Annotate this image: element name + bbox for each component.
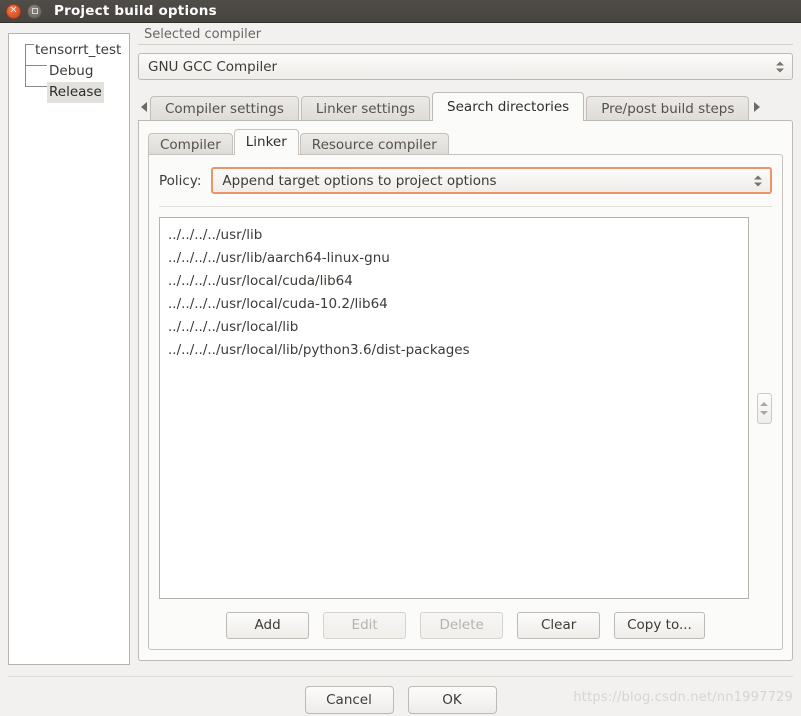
list-item[interactable]: ../../../../usr/lib [160, 224, 748, 247]
edit-button: Edit [323, 612, 407, 639]
selected-compiler-frame: GNU GCC Compiler [138, 44, 793, 80]
tab-scroll-left[interactable] [138, 93, 150, 121]
clear-button[interactable]: Clear [517, 612, 601, 639]
directory-listbox[interactable]: ../../../../usr/lib ../../../../usr/lib/… [159, 217, 749, 599]
reorder-spinner[interactable] [756, 392, 772, 424]
close-icon[interactable]: ✕ [6, 3, 21, 19]
policy-select-spinner[interactable] [754, 175, 762, 186]
search-directories-panel: Compiler Linker Resource compiler Policy… [138, 120, 793, 661]
search-directories-tabbar: Compiler Linker Resource compiler [148, 129, 783, 156]
target-tree-inner: tensorrt_test Debug Release [9, 34, 129, 103]
tab-pre-post-build-steps[interactable]: Pre/post build steps [586, 96, 750, 122]
policy-select[interactable]: Append target options to project options [211, 167, 772, 194]
triangle-up-icon[interactable] [754, 175, 762, 179]
ok-button[interactable]: OK [407, 686, 497, 714]
selected-compiler-legend: Selected compiler [142, 28, 266, 42]
selected-compiler-group: Selected compiler GNU GCC Compiler [138, 28, 793, 80]
reorder-spinner-area [756, 217, 772, 599]
watermark: https://blog.csdn.net/nn1997729 [573, 690, 793, 705]
triangle-up-icon[interactable] [776, 61, 784, 65]
triangle-down-icon[interactable] [760, 410, 768, 415]
tree-item-label: tensorrt_test [35, 42, 122, 58]
tab-scroll-right[interactable] [751, 93, 763, 121]
window-title: Project build options [54, 3, 217, 19]
tab-linker-settings[interactable]: Linker settings [300, 96, 431, 122]
compiler-select-spinner[interactable] [776, 61, 784, 72]
main-tabbar: Compiler settings Linker settings Search… [138, 92, 793, 122]
copy-to-button[interactable]: Copy to... [614, 612, 705, 639]
arrow-right-icon[interactable] [754, 102, 761, 112]
list-item[interactable]: ../../../../usr/local/cuda-10.2/lib64 [160, 293, 748, 316]
list-item[interactable]: ../../../../usr/local/cuda/lib64 [160, 270, 748, 293]
tree-item-release[interactable]: Release [9, 82, 129, 103]
tab-search-directories[interactable]: Search directories [432, 92, 585, 121]
policy-select-value: Append target options to project options [222, 172, 497, 189]
triangle-down-icon[interactable] [754, 182, 762, 186]
linker-directories-panel: Policy: Append target options to project… [148, 154, 783, 650]
directory-actions: Add Edit Delete Clear Copy to... [159, 612, 772, 639]
add-button[interactable]: Add [226, 612, 310, 639]
triangle-down-icon[interactable] [776, 68, 784, 72]
policy-separator [159, 206, 772, 207]
policy-label: Policy: [159, 172, 202, 189]
compiler-select-value: GNU GCC Compiler [148, 58, 278, 75]
delete-button: Delete [420, 612, 504, 639]
list-item[interactable]: ../../../../usr/lib/aarch64-linux-gnu [160, 247, 748, 270]
tree-item-label: Debug [49, 63, 94, 79]
options-pane: Selected compiler GNU GCC Compiler Compi… [138, 28, 793, 661]
list-item[interactable]: ../../../../usr/local/lib/python3.6/dist… [160, 339, 748, 362]
subtab-resource-compiler[interactable]: Resource compiler [299, 133, 449, 156]
subtab-compiler[interactable]: Compiler [148, 133, 233, 156]
tree-item-debug[interactable]: Debug [9, 61, 129, 82]
window-titlebar: ✕ Project build options [0, 0, 801, 23]
cancel-button[interactable]: Cancel [304, 686, 394, 714]
compiler-select[interactable]: GNU GCC Compiler [138, 53, 793, 80]
directory-list-area: ../../../../usr/lib ../../../../usr/lib/… [159, 217, 772, 599]
triangle-up-icon[interactable] [760, 401, 768, 406]
tab-compiler-settings[interactable]: Compiler settings [150, 96, 299, 122]
policy-row: Policy: Append target options to project… [159, 167, 772, 194]
close-glyph: ✕ [9, 5, 18, 16]
list-item[interactable]: ../../../../usr/local/lib [160, 316, 748, 339]
maximize-glyph [31, 8, 38, 14]
dialog-separator [8, 676, 793, 677]
arrow-left-icon[interactable] [141, 102, 147, 112]
subtab-linker[interactable]: Linker [233, 129, 299, 155]
maximize-icon[interactable] [27, 3, 42, 19]
tree-item-label: Release [47, 82, 104, 103]
tree-item-project[interactable]: tensorrt_test [9, 40, 129, 61]
target-tree[interactable]: tensorrt_test Debug Release [8, 33, 130, 665]
